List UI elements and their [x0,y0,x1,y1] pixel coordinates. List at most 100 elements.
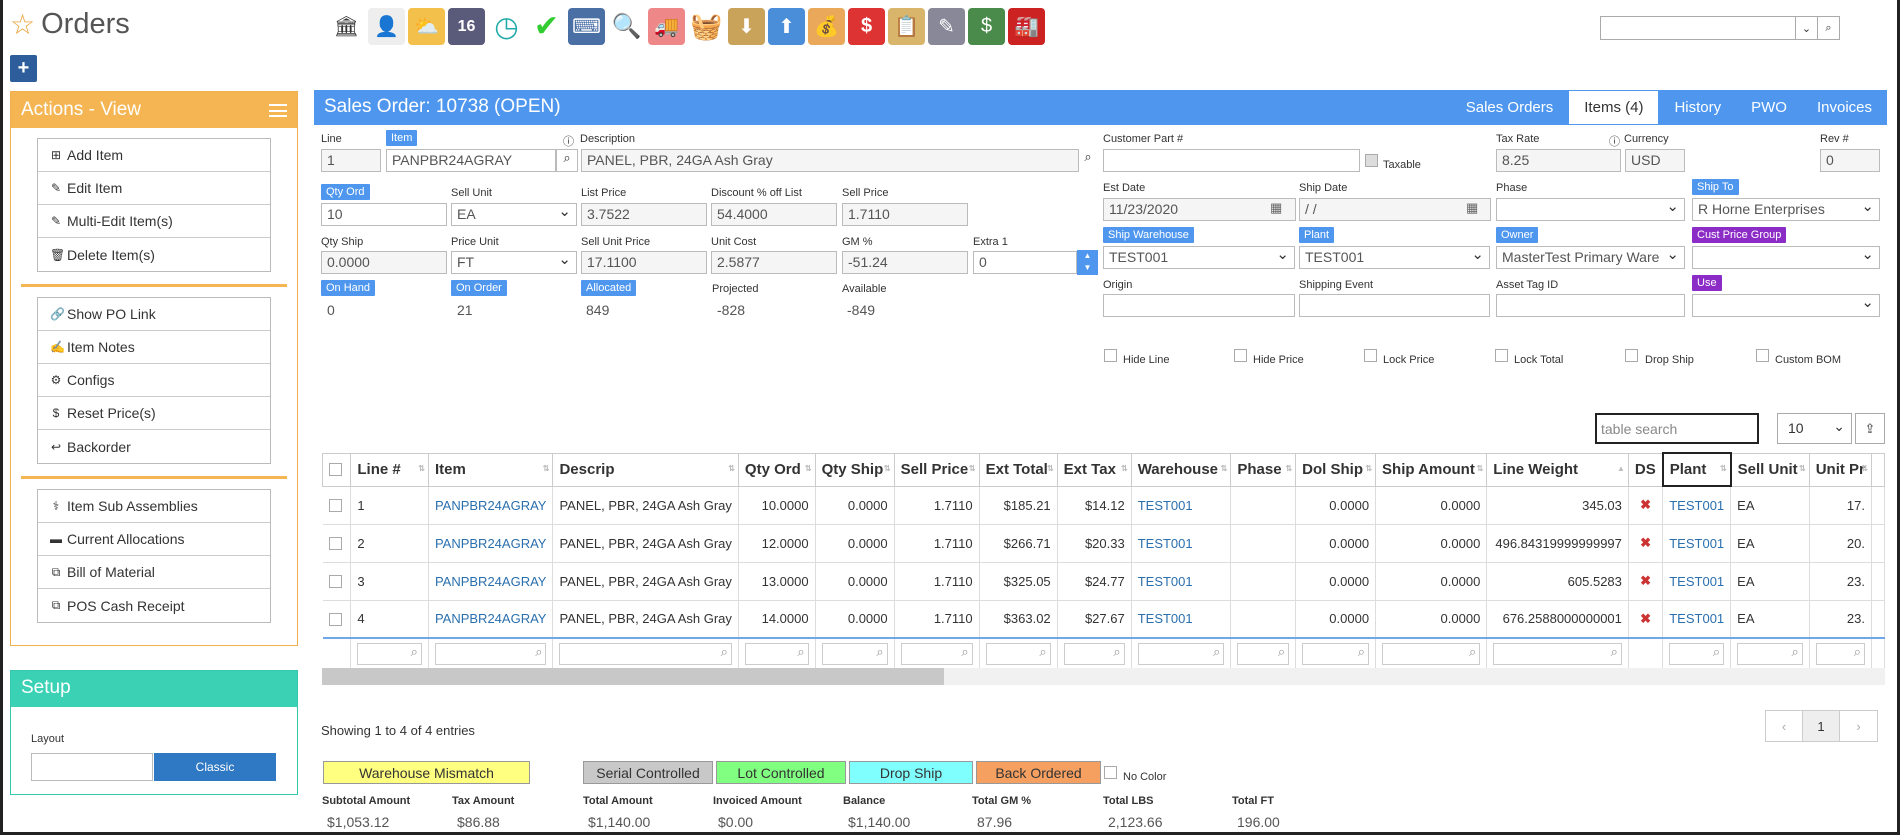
action-delete-item-s-[interactable]: 🗑 Delete Item(s) [38,238,270,271]
add-button[interactable]: + [10,55,37,82]
tax-rate-field[interactable]: 8.25 [1496,149,1621,172]
sell-unit-price-field[interactable]: 17.1100 [581,251,707,274]
calendar-icon[interactable]: ▦ [1270,200,1282,216]
item-search-icon[interactable]: ⌕ [556,149,578,172]
column-header-ext-total[interactable]: Ext Total ⇅ [978,452,1058,487]
item-link[interactable]: PANPBR24AGRAY [435,498,547,513]
global-search[interactable]: ⌄ ⌕ [1600,16,1840,40]
warehouse-link[interactable]: TEST001 [1138,574,1193,589]
ship-to-select[interactable]: R Horne Enterprises [1692,198,1880,221]
plant-link[interactable]: TEST001 [1669,611,1724,626]
column-filter-input[interactable] [821,643,888,666]
column-header-qty-ord[interactable]: Qty Ord ⇅ [737,452,816,487]
owner-select[interactable]: MasterTest Primary Ware [1496,246,1685,269]
column-filter-input[interactable] [1737,643,1803,666]
tab-history[interactable]: History [1659,90,1736,125]
lock-price-checkbox[interactable] [1364,349,1377,362]
item-field[interactable]: PANPBR24AGRAY [386,149,556,172]
lock-total-checkbox[interactable] [1495,349,1508,362]
custom-bom-checkbox[interactable] [1756,349,1769,362]
calendar-icon[interactable]: 16 [448,8,485,45]
action-show-po-link[interactable]: 🔗 Show PO Link [38,298,270,331]
column-filter-input[interactable] [744,643,809,666]
tab-pwo[interactable]: PWO [1736,90,1802,125]
extra1-field[interactable]: 0 [973,251,1077,274]
prev-page-button[interactable]: ‹ [1766,711,1803,741]
description-field[interactable]: PANEL, PBR, 24GA Ash Gray [581,149,1079,172]
page-1-button[interactable]: 1 [1803,711,1840,741]
table-row[interactable]: 1 PANPBR24AGRAY PANEL, PBR, 24GA Ash Gray 1… [322,486,1885,525]
qty-ship-field[interactable]: 0.0000 [321,251,447,274]
phase-select[interactable] [1496,198,1685,221]
action-bill-of-material[interactable]: ⧉ Bill of Material [38,556,270,589]
keyboard-icon[interactable]: ⌨ [568,8,605,45]
action-edit-item[interactable]: ✎ Edit Item [38,172,270,205]
column-header-line-weight[interactable]: Line Weight ▲ [1486,452,1629,487]
column-filter-input[interactable] [1382,643,1481,666]
column-header-ship-amount[interactable]: Ship Amount ⇅ [1375,452,1488,487]
layout-modern-button[interactable] [31,753,153,781]
item-link[interactable]: PANPBR24AGRAY [435,574,547,589]
row-checkbox[interactable] [328,537,342,550]
clipboard-icon[interactable]: 📋 [888,8,925,45]
column-filter-input[interactable] [1669,643,1725,666]
truck-icon[interactable]: 🚚 [648,8,685,45]
column-filter-input[interactable] [1237,643,1290,666]
column-header-sell-price[interactable]: Sell Price ⇅ [893,452,980,487]
table-row[interactable]: 3 PANPBR24AGRAY PANEL, PBR, 24GA Ash Gray 1… [322,562,1885,601]
origin-field[interactable] [1103,294,1295,317]
money-icon[interactable]: $ [968,8,1005,45]
column-header-warehouse[interactable]: Warehouse ⇅ [1130,452,1232,487]
column-filter-input[interactable] [900,643,973,666]
price-unit-select[interactable]: FT [451,251,577,274]
scrollbar-thumb[interactable] [322,668,944,685]
chevron-down-icon[interactable]: ⌄ [1795,17,1817,39]
hide-price-checkbox[interactable] [1234,349,1247,362]
gm-field[interactable]: -51.24 [842,251,968,274]
list-price-field[interactable]: 3.7522 [581,203,707,226]
row-checkbox[interactable] [328,575,342,588]
weather-icon[interactable]: ⛅ [408,8,445,45]
column-header-qty-ship[interactable]: Qty Ship ⇅ [814,452,895,487]
discount-field[interactable]: 54.4000 [711,203,837,226]
column-filter-input[interactable] [357,643,422,666]
no-color-checkbox[interactable] [1104,766,1117,779]
item-link[interactable]: PANPBR24AGRAY [435,611,547,626]
action-multi-edit-item-s-[interactable]: ✎ Multi-Edit Item(s) [38,205,270,238]
column-header-item[interactable]: Item ⇅ [427,452,554,487]
row-checkbox[interactable] [328,499,342,512]
search-icon[interactable]: 🔍 [608,8,645,45]
warehouse-link[interactable]: TEST001 [1138,536,1193,551]
tab-items-4-[interactable]: Items (4) [1568,90,1660,125]
export-button[interactable]: ⇪ [1855,413,1885,444]
warehouse-link[interactable]: TEST001 [1138,611,1193,626]
rev-field[interactable]: 0 [1820,149,1880,172]
page-size-select[interactable]: 10 ⌄ [1777,413,1852,444]
customer-part-field[interactable] [1103,149,1360,172]
table-row[interactable]: 4 PANPBR24AGRAY PANEL, PBR, 24GA Ash Gray 1… [322,600,1885,639]
column-filter-input[interactable] [985,643,1051,666]
cash-stack-icon[interactable]: 💰 [808,8,845,45]
tab-invoices[interactable]: Invoices [1802,90,1887,125]
global-search-input[interactable] [1601,17,1795,39]
action-configs[interactable]: ⚙ Configs [38,364,270,397]
ship-warehouse-select[interactable]: TEST001 [1103,246,1295,269]
item-link[interactable]: PANPBR24AGRAY [435,536,547,551]
ship-date-field[interactable]: / / [1299,198,1491,221]
column-header-plant[interactable]: Plant ⇅ [1661,452,1732,487]
line-field[interactable]: 1 [321,149,381,172]
bank-icon[interactable]: 🏛 [328,8,365,45]
warehouse-link[interactable]: TEST001 [1138,498,1193,513]
user-icon[interactable]: 👤 [368,8,405,45]
column-filter-input[interactable] [1302,643,1370,666]
taxable-checkbox[interactable] [1365,154,1378,167]
action-pos-cash-receipt[interactable]: ⧉ POS Cash Receipt [38,589,270,622]
column-header-ds[interactable]: DS [1627,452,1664,487]
sell-unit-select[interactable]: EA [451,203,577,226]
layout-classic-button[interactable]: Classic [154,753,276,781]
search-icon[interactable]: ⌕ [1817,17,1839,39]
currency-field[interactable]: USD [1625,149,1685,172]
row-checkbox[interactable] [328,612,342,626]
dollar-chat-icon[interactable]: $ [848,8,885,45]
plant-link[interactable]: TEST001 [1669,498,1724,513]
